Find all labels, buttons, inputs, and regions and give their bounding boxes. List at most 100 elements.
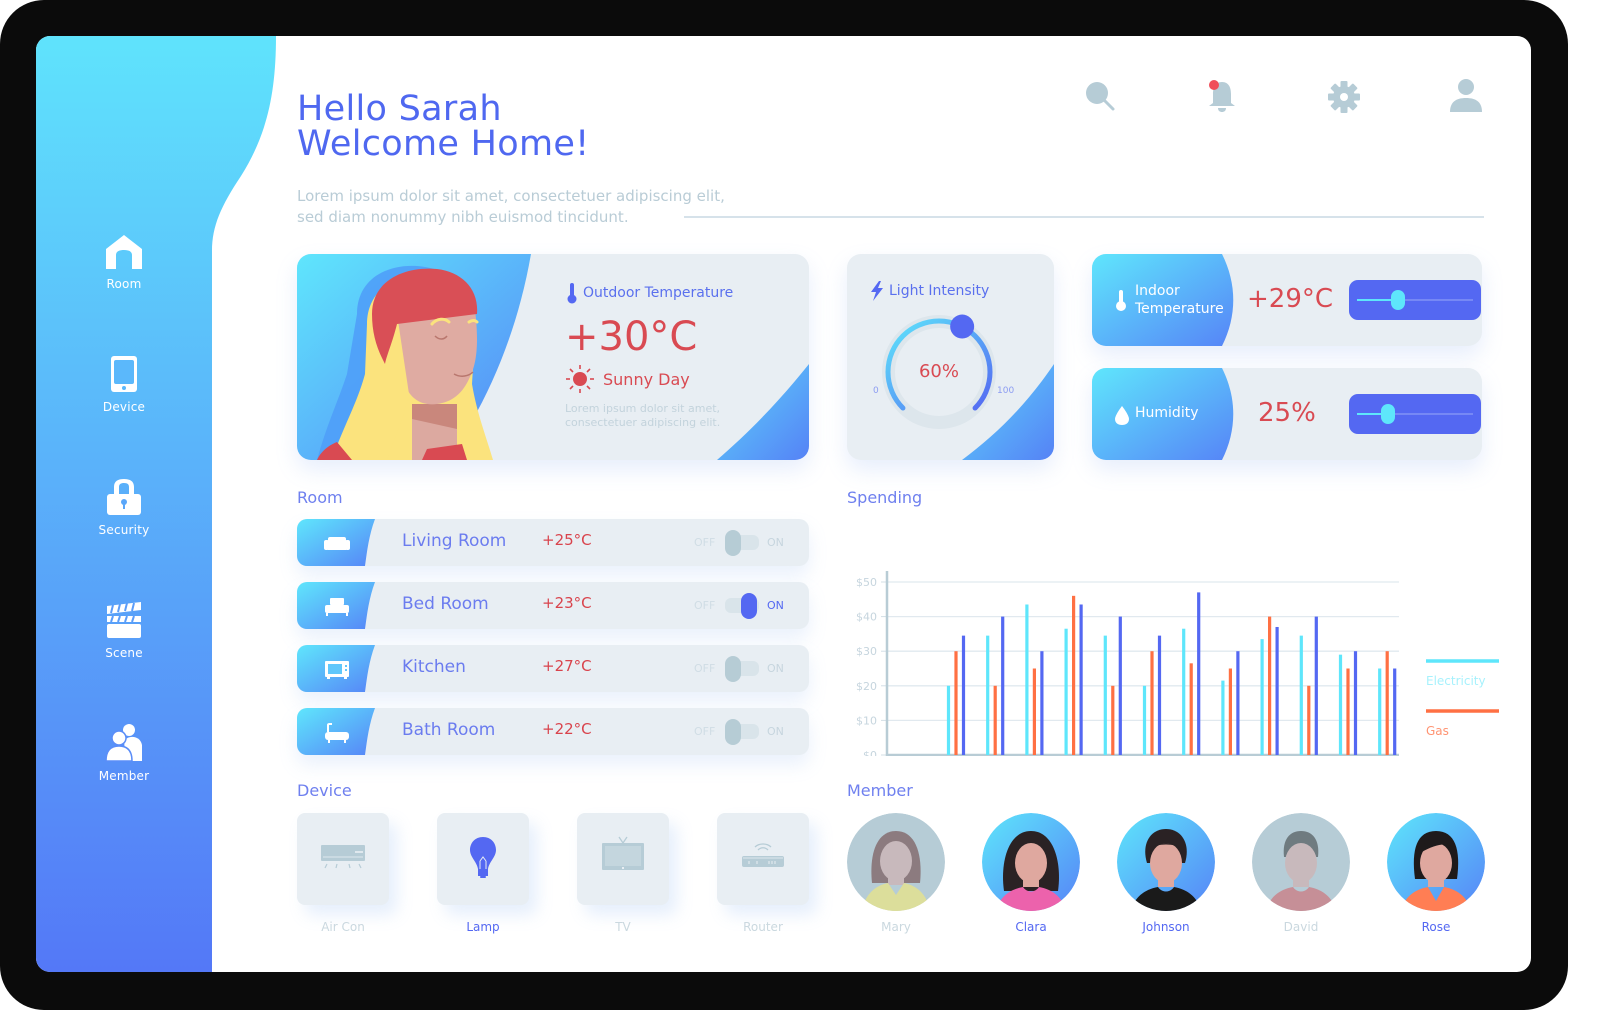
slider-thumb[interactable] [1390,290,1405,310]
gear-icon[interactable] [1324,76,1364,116]
toggle-on-label: ON [767,725,784,738]
toggle-knob [725,719,741,745]
room-power-toggle[interactable] [725,656,759,682]
room-name: Kitchen [402,657,466,677]
outdoor-description-line: consectetuer adipiscing elit. [565,416,721,429]
room-row[interactable]: Living Room +25°C OFF ON [297,519,809,566]
humidity-card: Humidity 25% [1092,368,1482,460]
toggle-on-label: ON [767,536,784,549]
bed-icon [325,598,349,616]
avatar [1387,813,1485,911]
outdoor-temperature-card: Outdoor Temperature +30°C Sunny Day Lore… [297,254,809,460]
tablet-icon [111,356,137,392]
y-tick-label: $0 [863,749,877,756]
room-name: Bath Room [402,720,496,740]
room-power-toggle[interactable] [725,530,759,556]
lightbulb-icon [470,837,496,878]
light-intensity-card: Light Intensity 60% 0 100 [847,254,1054,460]
room-row[interactable]: Bed Room +23°C OFF ON [297,582,809,629]
bar-gas-may [1111,685,1115,755]
y-tick-label: $40 [856,611,877,624]
member-avatar-rose[interactable] [1387,813,1485,911]
room-temperature: +27°C [542,657,592,675]
member-name: Rose [1421,920,1451,934]
spending-section-title: Spending [847,488,923,507]
member-avatar-david[interactable] [1252,813,1350,911]
bar-electricity-jul [1182,628,1186,755]
device-tile-lamp[interactable] [437,813,529,905]
bar-gas-aug [1228,668,1232,755]
outdoor-temperature-value: +30°C [565,314,698,360]
room-section-title: Room [297,488,343,507]
room-temperature: +25°C [542,531,592,549]
weather-condition-label: Sunny Day [603,369,690,389]
y-tick-label: $30 [856,645,877,658]
room-power-toggle[interactable] [725,593,759,619]
sidebar-item-label: Scene [105,646,143,660]
bar-water-may [1118,616,1122,755]
intro-text: Lorem ipsum dolor sit amet, consectetuer… [297,186,857,228]
bar-electricity-dec [1378,668,1382,755]
dial-knob[interactable] [950,314,975,339]
bar-gas-jul [1189,663,1193,755]
sidebar-item-device[interactable]: Device [36,354,212,414]
toggle-off-label: OFF [694,662,716,675]
indoor-temperature-value: +29°C [1247,284,1334,314]
legend-label-electricity: Electricity [1426,674,1486,688]
tv-icon [602,836,644,870]
avatar [1252,813,1350,911]
device-tile-tv[interactable] [577,813,669,905]
y-tick-label: $50 [856,576,877,589]
sidebar-item-room[interactable]: Room [36,231,212,291]
member-avatar-clara[interactable] [982,813,1080,911]
device-label: Lamp [466,920,500,934]
sidebar-item-scene[interactable]: Scene [36,600,212,660]
bar-water-sep [1275,626,1279,755]
indoor-title-line: Indoor [1135,283,1180,299]
greeting: Hello Sarah Welcome Home! [297,92,590,162]
bell-icon[interactable] [1202,76,1242,116]
bar-water-aug [1236,651,1240,755]
member-avatar-johnson[interactable] [1117,813,1215,911]
indoor-title: Indoor Temperature [1135,282,1224,318]
bar-electricity-oct [1299,635,1303,755]
dial-max-label: 100 [997,386,1014,396]
light-value: 60% [919,361,959,382]
bathtub-icon [325,723,349,743]
device-tile-router[interactable] [717,813,809,905]
user-icon[interactable] [1446,76,1486,116]
sidebar-item-member[interactable]: Member [36,723,212,783]
search-icon[interactable] [1080,76,1120,116]
device-tile-air-con[interactable] [297,813,389,905]
outdoor-title: Outdoor Temperature [565,282,733,304]
bar-gas-jun [1150,651,1154,755]
bar-electricity-may [1103,635,1107,755]
microwave-icon [325,661,349,679]
home-icon [106,235,142,269]
device-label: Router [743,920,783,934]
bar-electricity-jun [1142,685,1147,755]
room-row[interactable]: Bath Room +22°C OFF ON [297,708,809,755]
room-row[interactable]: Kitchen +27°C OFF ON [297,645,809,692]
lock-icon [107,479,141,515]
member-name: Mary [881,920,911,934]
users-icon [105,724,142,762]
member-section-title: Member [847,781,913,800]
intro-line-1: Lorem ipsum dolor sit amet, consectetuer… [297,187,725,205]
bar-gas-jan [954,651,958,755]
thermometer-icon [1116,290,1126,311]
light-dial[interactable]: 60% 0 100 [847,254,1054,460]
room-power-toggle[interactable] [725,719,759,745]
bar-water-jun [1157,635,1162,755]
sidebar-item-security[interactable]: Security [36,477,212,537]
sidebar-item-label: Device [102,400,146,414]
indoor-temperature-slider[interactable] [1349,280,1481,320]
slider-thumb[interactable] [1381,404,1396,424]
bar-gas-dec [1385,651,1389,755]
toggle-on-label: ON [767,599,784,612]
humidity-slider[interactable] [1349,394,1481,434]
bar-water-mar [1040,651,1044,755]
toggle-off-label: OFF [694,536,716,549]
member-avatar-mary[interactable] [847,813,945,911]
divider [684,216,1484,218]
